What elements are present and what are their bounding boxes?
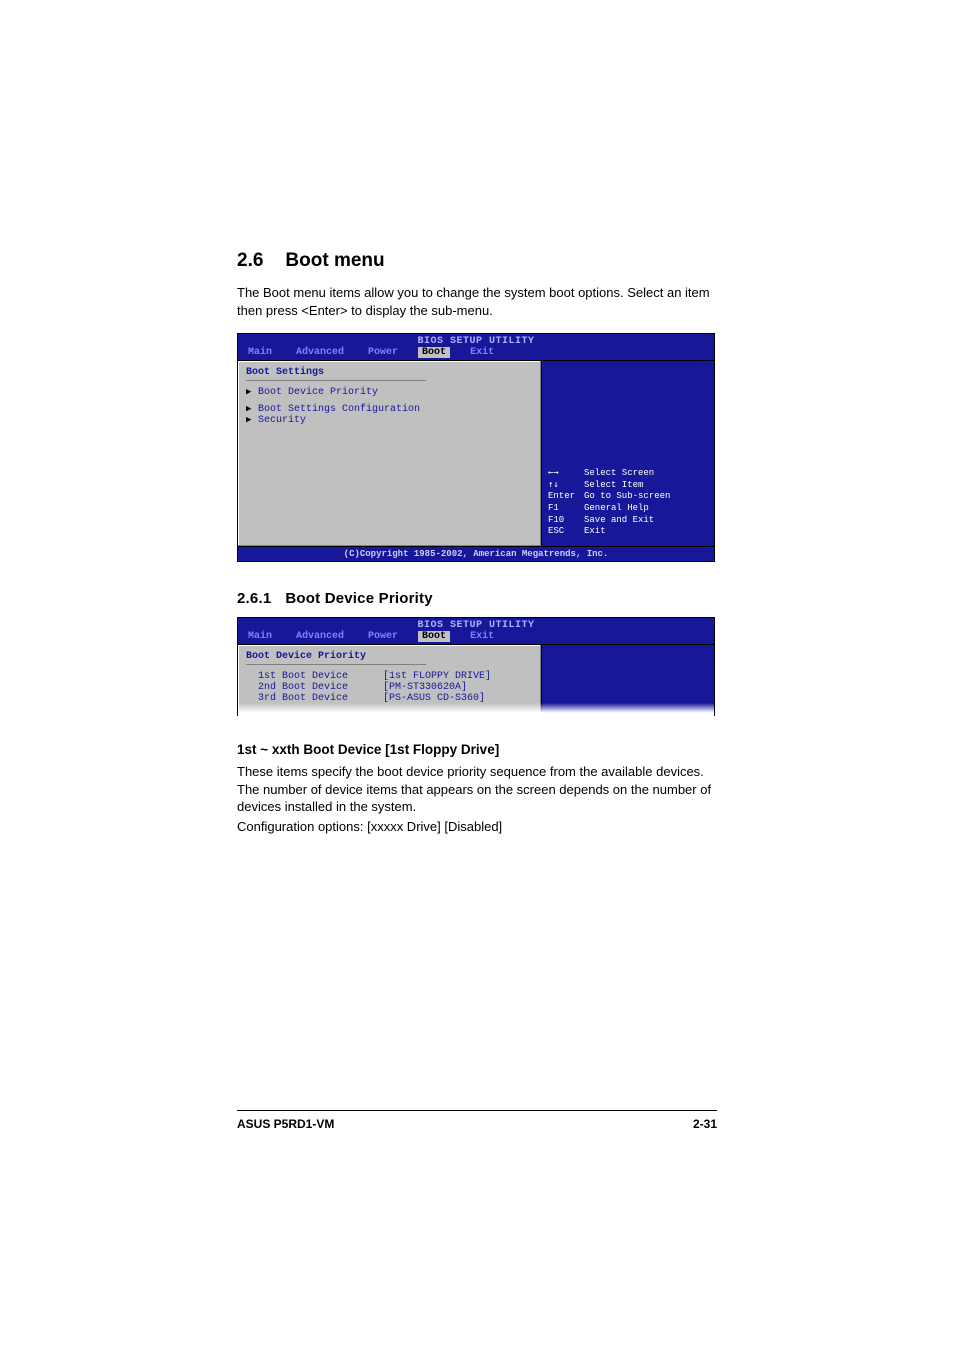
help-key: Enter [548, 491, 584, 503]
bios-body: Boot Settings ▶ Boot Device Priority ▶ B… [238, 360, 714, 546]
page-content: 2.6 Boot menu The Boot menu items allow y… [237, 250, 717, 849]
setting-label: 2nd Boot Device [258, 682, 383, 693]
bios-menu-item[interactable]: ▶ Security [246, 415, 533, 426]
bios-item-label: Boot Settings Configuration [258, 404, 533, 415]
bios-item-label: Boot Device Priority [258, 387, 533, 398]
subsection-number: 2.6.1 [237, 590, 271, 607]
help-text: Save and Exit [584, 515, 654, 527]
submenu-arrow-icon: ▶ [246, 387, 258, 397]
setting-label: 1st Boot Device [258, 671, 383, 682]
bios-item-label: Security [258, 415, 533, 426]
help-line: ↑↓Select Item [548, 480, 708, 492]
bios-pane-heading: Boot Settings [246, 367, 533, 378]
bios-pane-heading: Boot Device Priority [246, 651, 533, 662]
help-text: Go to Sub-screen [584, 491, 670, 503]
bios-left-pane: Boot Settings ▶ Boot Device Priority ▶ B… [238, 361, 542, 546]
section-title-text: Boot menu [285, 250, 384, 271]
bios-menu-item[interactable]: ▶ Boot Settings Configuration [246, 404, 533, 415]
bios-menu-item[interactable]: ▶ Boot Device Priority [246, 387, 533, 398]
config-options: Configuration options: [xxxxx Drive] [Di… [237, 818, 717, 836]
subsection-heading: 2.6.1 Boot Device Priority [237, 590, 717, 607]
bios-help-pane: ←→Select Screen ↑↓Select Item EnterGo to… [542, 361, 714, 546]
bios-help-pane [542, 645, 714, 715]
setting-value: [PM-ST330620A] [383, 682, 533, 693]
subsection-title-text: Boot Device Priority [285, 590, 432, 607]
bios-setting-row[interactable]: 3rd Boot Device [PS-ASUS CD-S360] [246, 693, 533, 704]
bios-screenshot-boot-menu: BIOS SETUP UTILITY Main Advanced Power B… [237, 333, 715, 562]
help-line: F1General Help [548, 503, 708, 515]
bios-tab-boot[interactable]: Boot [418, 631, 450, 642]
help-line: EnterGo to Sub-screen [548, 491, 708, 503]
bios-tab-exit[interactable]: Exit [466, 631, 498, 642]
bios-left-pane: Boot Device Priority 1st Boot Device [1s… [238, 645, 542, 715]
section-number: 2.6 [237, 250, 263, 272]
help-text: Select Screen [584, 468, 654, 480]
page-footer: ASUS P5RD1-VM 2-31 [237, 1110, 717, 1131]
section-intro: The Boot menu items allow you to change … [237, 284, 717, 319]
bios-tab-advanced[interactable]: Advanced [292, 631, 348, 642]
bios-tab-advanced[interactable]: Advanced [292, 347, 348, 358]
bios-setting-row[interactable]: 2nd Boot Device [PM-ST330620A] [246, 682, 533, 693]
divider [246, 664, 426, 665]
bios-setting-row[interactable]: 1st Boot Device [1st FLOPPY DRIVE] [246, 671, 533, 682]
config-item-heading: 1st ~ xxth Boot Device [1st Floppy Drive… [237, 742, 717, 757]
bios-title: BIOS SETUP UTILITY [238, 618, 714, 631]
help-line: ←→Select Screen [548, 468, 708, 480]
bios-title: BIOS SETUP UTILITY [238, 334, 714, 347]
help-key: ESC [548, 526, 584, 538]
bios-copyright: (C)Copyright 1985-2002, American Megatre… [238, 546, 714, 561]
setting-label: 3rd Boot Device [258, 693, 383, 704]
bios-tab-main[interactable]: Main [244, 347, 276, 358]
bios-tab-power[interactable]: Power [364, 631, 402, 642]
submenu-arrow-icon: ▶ [246, 415, 258, 425]
setting-value: [1st FLOPPY DRIVE] [383, 671, 533, 682]
help-text: Select Item [584, 480, 643, 492]
bios-tabs: Main Advanced Power Boot Exit [238, 347, 714, 360]
help-line: ESCExit [548, 526, 708, 538]
help-key: ↑↓ [548, 480, 584, 492]
divider [246, 380, 426, 381]
help-line: F10Save and Exit [548, 515, 708, 527]
bios-tabs: Main Advanced Power Boot Exit [238, 631, 714, 644]
section-heading: 2.6 Boot menu [237, 250, 717, 272]
bios-screenshot-boot-priority: BIOS SETUP UTILITY Main Advanced Power B… [237, 617, 715, 716]
submenu-arrow-icon: ▶ [246, 404, 258, 414]
config-item-body: These items specify the boot device prio… [237, 763, 717, 816]
bios-tab-power[interactable]: Power [364, 347, 402, 358]
help-text: Exit [584, 526, 606, 538]
footer-product: ASUS P5RD1-VM [237, 1117, 334, 1131]
bios-tab-exit[interactable]: Exit [466, 347, 498, 358]
footer-page-number: 2-31 [693, 1117, 717, 1131]
help-text: General Help [584, 503, 649, 515]
bios-tab-boot[interactable]: Boot [418, 347, 450, 358]
setting-value: [PS-ASUS CD-S360] [383, 693, 533, 704]
bios-tab-main[interactable]: Main [244, 631, 276, 642]
help-key: F1 [548, 503, 584, 515]
help-key: ←→ [548, 468, 584, 480]
help-key: F10 [548, 515, 584, 527]
bios-body: Boot Device Priority 1st Boot Device [1s… [238, 644, 714, 715]
